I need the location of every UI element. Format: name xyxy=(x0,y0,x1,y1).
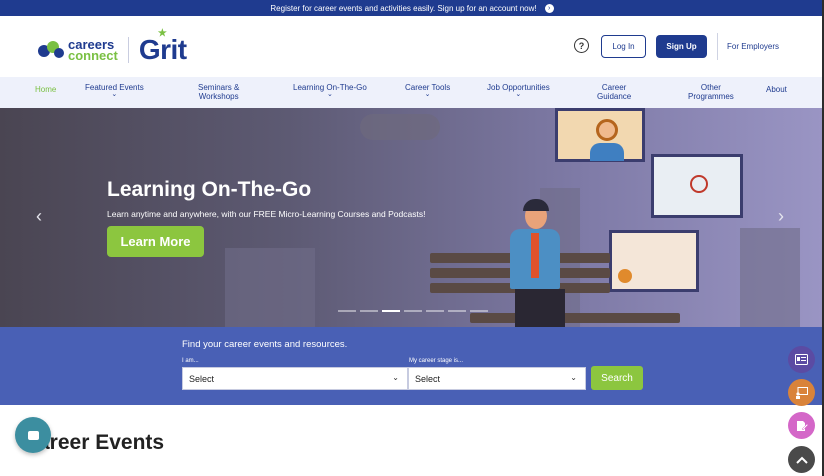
presentation-button[interactable] xyxy=(788,379,815,406)
carousel-dot-active[interactable] xyxy=(382,310,400,312)
carousel-dot[interactable] xyxy=(470,310,488,312)
grit-logo: Grit ★ xyxy=(138,28,187,65)
nav-seminars-workshops[interactable]: Seminars & Workshops xyxy=(198,83,239,101)
nav-home[interactable]: Home xyxy=(35,85,56,94)
hero-illustration-person xyxy=(500,199,570,327)
i-am-label: I am... xyxy=(182,358,199,364)
announcement-text[interactable]: Register for career events and activitie… xyxy=(270,4,536,13)
chevron-right-icon[interactable]: › xyxy=(778,206,784,227)
carousel-dot[interactable] xyxy=(338,310,356,312)
nav-career-guidance[interactable]: Career Guidance xyxy=(597,83,631,101)
hero-illustration-building xyxy=(740,228,800,327)
career-stage-label: My career stage is... xyxy=(409,358,464,364)
chevron-down-icon: ⌄ xyxy=(570,373,577,382)
hero-subtitle: Learn anytime and anywhere, with our FRE… xyxy=(107,209,426,219)
id-card-button[interactable] xyxy=(788,346,815,373)
chevron-down-icon: ⌄ xyxy=(111,91,118,98)
i-am-select[interactable]: Select ⌄ xyxy=(182,367,408,390)
arrow-right-icon[interactable]: › xyxy=(544,3,554,13)
chat-icon xyxy=(27,430,39,440)
logo[interactable]: careers connect Grit ★ xyxy=(38,28,187,66)
help-icon[interactable]: ? xyxy=(574,38,589,53)
hero-illustration-cloud xyxy=(360,114,440,140)
announcement-bar[interactable]: Register for career events and activitie… xyxy=(0,0,824,16)
carousel-dot[interactable] xyxy=(360,310,378,312)
chat-button[interactable] xyxy=(15,417,51,453)
learn-more-button[interactable]: Learn More xyxy=(107,226,204,257)
chevron-down-icon: ⌄ xyxy=(515,91,522,98)
carousel-dot[interactable] xyxy=(426,310,444,312)
chevron-down-icon: ⌄ xyxy=(424,91,431,98)
logo-divider xyxy=(127,37,129,63)
carousel-indicators xyxy=(338,310,488,312)
carousel-dot[interactable] xyxy=(404,310,422,312)
for-employers-link[interactable]: For Employers xyxy=(727,42,779,51)
hero-illustration-video-call xyxy=(555,108,645,162)
hero-illustration-video-player xyxy=(651,154,743,218)
hero-title: Learning On-The-Go xyxy=(107,178,312,201)
hero-illustration-podcast-player xyxy=(609,230,699,292)
careers-connect-logo-mark xyxy=(38,39,66,61)
hero-carousel: Learning On-The-Go Learn anytime and any… xyxy=(0,108,824,327)
presentation-icon xyxy=(796,386,808,399)
chevron-down-icon: ⌄ xyxy=(326,91,333,98)
section-title-career-events: areer Events xyxy=(38,431,165,454)
id-card-icon xyxy=(795,354,808,365)
signup-button[interactable]: Sign Up xyxy=(656,35,707,58)
event-search-panel: Find your career events and resources. I… xyxy=(0,327,824,405)
main-nav: Home Featured Events ⌄ Seminars & Workshop… xyxy=(0,77,824,108)
nav-learning-on-the-go[interactable]: Learning On-The-Go ⌄ xyxy=(293,83,367,98)
nav-about[interactable]: About xyxy=(766,85,787,94)
search-panel-title: Find your career events and resources. xyxy=(182,339,348,350)
scroll-up-button[interactable] xyxy=(788,446,815,473)
career-stage-select[interactable]: Select ⌄ xyxy=(408,367,586,390)
login-button[interactable]: Log In xyxy=(601,35,646,58)
careers-connect-wordmark: careers connect xyxy=(68,37,118,63)
carousel-dot[interactable] xyxy=(448,310,466,312)
chevron-left-icon[interactable]: ‹ xyxy=(36,206,42,227)
nav-featured-events[interactable]: Featured Events ⌄ xyxy=(85,83,144,98)
hero-illustration-building xyxy=(225,248,315,327)
nav-career-tools[interactable]: Career Tools ⌄ xyxy=(405,83,450,98)
nav-other-programmes[interactable]: Other Programmes xyxy=(688,83,734,101)
edit-document-button[interactable] xyxy=(788,412,815,439)
chevron-down-icon: ⌄ xyxy=(392,373,399,382)
edit-document-icon xyxy=(796,420,808,431)
scroll-up-icon xyxy=(795,456,808,464)
header-divider xyxy=(717,33,718,60)
nav-job-opportunities[interactable]: Job Opportunities ⌄ xyxy=(487,83,550,98)
search-button[interactable]: Search xyxy=(591,366,643,390)
